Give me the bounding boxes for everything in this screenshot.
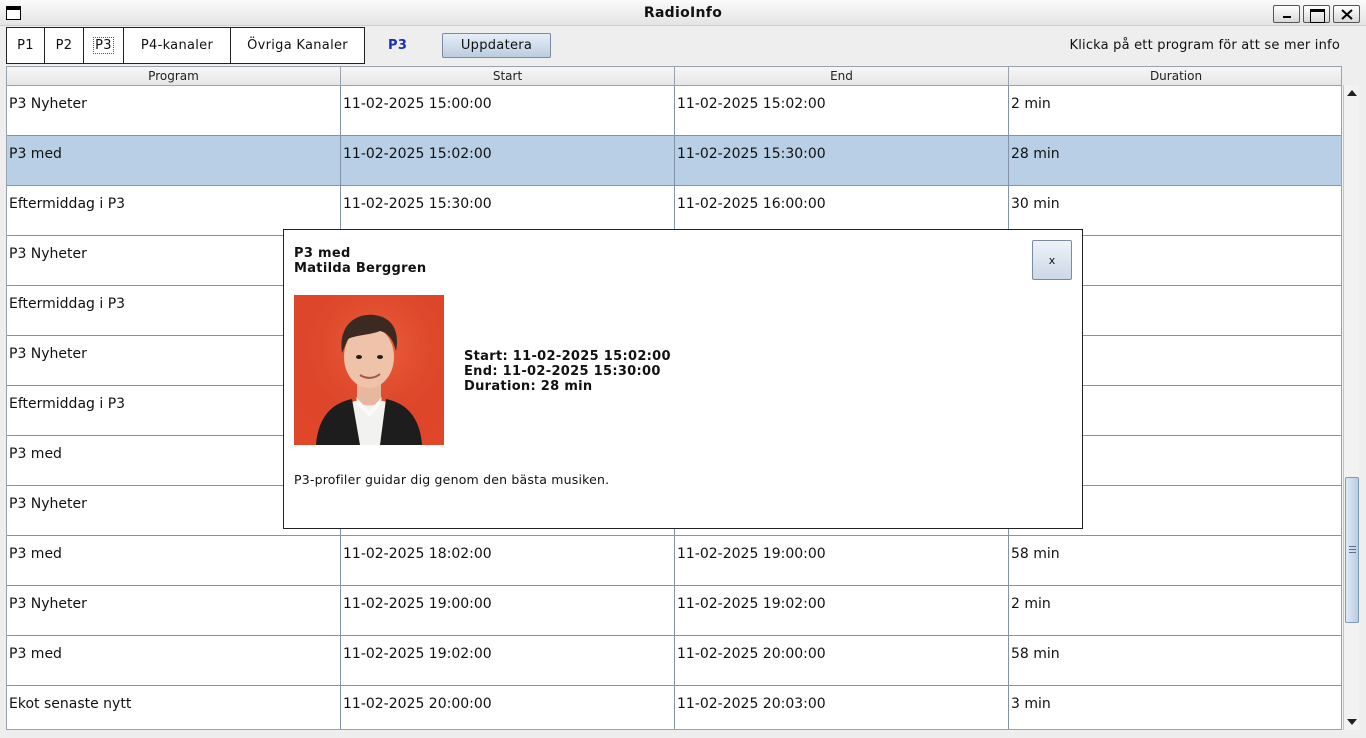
arrow-up-icon — [1347, 90, 1357, 96]
duration-cell: 28 min — [1011, 146, 1060, 162]
column-header-duration[interactable]: Duration — [1009, 67, 1341, 86]
program-cell: Ekot senaste nytt — [7, 686, 341, 729]
host-portrait-image — [294, 295, 444, 445]
program-cell: Eftermiddag i P3 — [7, 186, 341, 235]
end-cell: 11-02-2025 20:00:00 — [675, 636, 1009, 685]
column-header-start[interactable]: Start — [341, 67, 675, 86]
close-icon — [1341, 9, 1353, 20]
update-button[interactable]: Uppdatera — [442, 33, 551, 58]
tab-p1[interactable]: P1 — [6, 27, 45, 64]
table-row[interactable]: P3 med 11-02-2025 19:02:00 11-02-2025 20:0… — [7, 636, 1341, 686]
popup-header: P3 med Matilda Berggren — [294, 246, 426, 276]
start-cell: 11-02-2025 15:00:00 — [341, 86, 675, 135]
tab-p4-kanaler[interactable]: P4-kanaler — [123, 27, 231, 64]
duration-cell: 2 min — [1011, 96, 1051, 112]
tab-ovriga-kanaler[interactable]: Övriga Kanaler — [230, 27, 365, 64]
minimize-button[interactable] — [1273, 5, 1300, 23]
maximize-button[interactable] — [1303, 5, 1330, 23]
table-row[interactable]: Ekot senaste nytt 11-02-2025 20:00:00 11-0… — [7, 686, 1341, 729]
program-cell: P3 Nyheter — [7, 586, 341, 635]
program-cell: P3 med — [7, 136, 341, 185]
close-window-button[interactable] — [1333, 5, 1360, 23]
table-row[interactable]: P3 med 11-02-2025 15:02:00 11-02-2025 15:3… — [7, 136, 1341, 186]
end-cell: 11-02-2025 19:00:00 — [675, 536, 1009, 585]
end-cell: 11-02-2025 20:03:00 — [675, 686, 1009, 729]
tab-label: P1 — [17, 38, 34, 53]
end-cell: 11-02-2025 19:02:00 — [675, 586, 1009, 635]
start-cell: 11-02-2025 20:00:00 — [341, 686, 675, 729]
start-cell: 11-02-2025 19:00:00 — [341, 586, 675, 635]
duration-cell: 30 min — [1011, 196, 1060, 212]
current-channel-label: P3 — [388, 38, 408, 53]
popup-description: P3-profiler guidar dig genom den bästa m… — [294, 472, 610, 487]
arrow-down-icon — [1347, 719, 1357, 725]
table-header: Program Start End Duration — [7, 67, 1341, 86]
tab-label: Övriga Kanaler — [247, 38, 348, 53]
table-row[interactable]: P3 Nyheter 11-02-2025 15:00:00 11-02-2025 … — [7, 86, 1341, 136]
scroll-up-arrow[interactable] — [1344, 85, 1360, 101]
host-photo — [294, 295, 444, 445]
tab-p2[interactable]: P2 — [44, 27, 84, 64]
end-cell: 11-02-2025 15:30:00 — [675, 136, 1009, 185]
popup-host-name: Matilda Berggren — [294, 261, 427, 276]
popup-program-name: P3 med — [294, 246, 351, 261]
hint-text: Klicka på ett program för att se mer inf… — [1069, 38, 1340, 53]
duration-cell: 2 min — [1011, 596, 1051, 612]
duration-cell: 3 min — [1011, 696, 1051, 712]
start-cell: 11-02-2025 15:02:00 — [341, 136, 675, 185]
tab-label: P4-kanaler — [140, 38, 214, 53]
program-cell: P3 Nyheter — [7, 86, 341, 135]
tab-p3[interactable]: P3 — [83, 27, 124, 64]
table-row[interactable]: P3 med 11-02-2025 18:02:00 11-02-2025 19:0… — [7, 536, 1341, 586]
column-header-end[interactable]: End — [675, 67, 1009, 86]
program-cell: P3 med — [7, 636, 341, 685]
program-info-popup: P3 med Matilda Berggren x Start: 11-02-2… — [283, 229, 1083, 529]
popup-end: End: 11-02-2025 15:30:00 — [464, 364, 661, 379]
tab-label: P3 — [93, 37, 114, 54]
column-header-program[interactable]: Program — [7, 67, 341, 86]
start-cell: 11-02-2025 19:02:00 — [341, 636, 675, 685]
start-cell: 11-02-2025 18:02:00 — [341, 536, 675, 585]
table-row[interactable]: P3 Nyheter 11-02-2025 19:00:00 11-02-2025 … — [7, 586, 1341, 636]
window-title: RadioInfo — [643, 5, 723, 21]
toolbar: P1 P2 P3 P4-kanaler Övriga Kanaler P3 Up… — [0, 27, 1366, 66]
window-bottom-edge — [0, 731, 1366, 738]
title-bar: RadioInfo — [0, 0, 1366, 26]
scroll-down-arrow[interactable] — [1344, 714, 1360, 730]
tab-label: P2 — [55, 38, 73, 53]
start-cell: 11-02-2025 15:30:00 — [341, 186, 675, 235]
end-cell: 11-02-2025 15:02:00 — [675, 86, 1009, 135]
popup-close-button[interactable]: x — [1032, 240, 1072, 280]
popup-start: Start: 11-02-2025 15:02:00 — [464, 349, 671, 364]
scroll-thumb[interactable] — [1345, 477, 1359, 623]
end-cell: 11-02-2025 16:00:00 — [675, 186, 1009, 235]
grip-icon — [1349, 546, 1356, 553]
duration-cell: 58 min — [1011, 546, 1060, 562]
popup-times: Start: 11-02-2025 15:02:00 End: 11-02-20… — [464, 349, 671, 394]
vertical-scrollbar[interactable] — [1343, 85, 1359, 730]
popup-duration: Duration: 28 min — [464, 379, 593, 394]
program-cell: P3 med — [7, 536, 341, 585]
duration-cell: 58 min — [1011, 646, 1060, 662]
